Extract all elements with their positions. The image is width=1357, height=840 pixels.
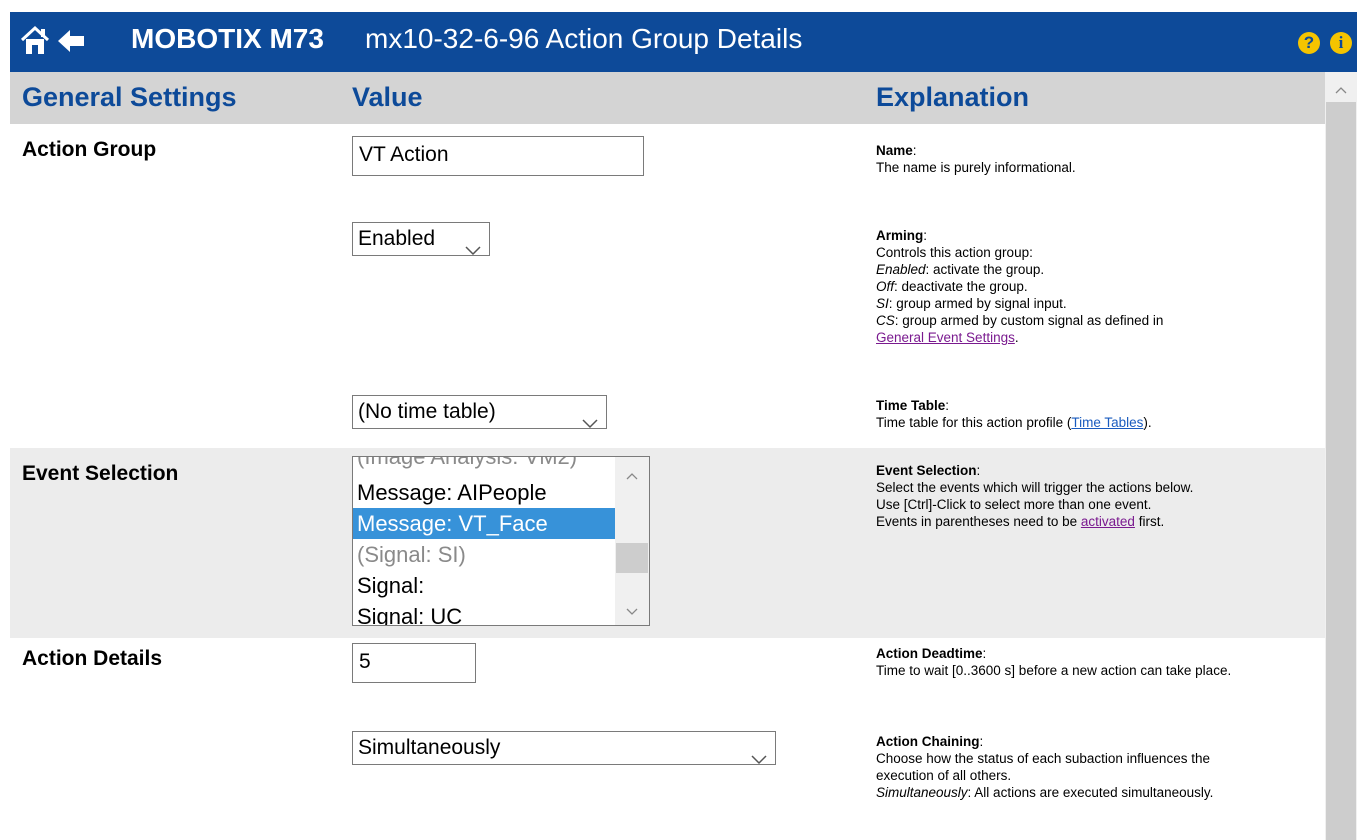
- chaining-text-sim: : All actions are executed simultaneousl…: [967, 785, 1214, 800]
- name-expl-title: Name: [876, 143, 913, 158]
- help-icon[interactable]: ?: [1298, 32, 1320, 54]
- general-event-settings-link[interactable]: General Event Settings: [876, 330, 1015, 345]
- name-explanation: Name: The name is purely informational.: [876, 143, 1076, 175]
- list-item[interactable]: (Signal: SI): [353, 539, 615, 570]
- info-icon[interactable]: i: [1330, 32, 1352, 54]
- name-input[interactable]: VT Action: [352, 136, 644, 176]
- deadtime-expl-title: Action Deadtime: [876, 646, 983, 661]
- list-item-selected[interactable]: Message: VT_Face: [353, 508, 615, 539]
- listbox-scroll-thumb[interactable]: [616, 543, 648, 573]
- event-expl-line2: Use [Ctrl]-Click to select more than one…: [876, 497, 1152, 512]
- deadtime-explanation: Action Deadtime: Time to wait [0..3600 s…: [876, 645, 1306, 679]
- arming-explanation: Arming: Controls this action group: Enab…: [876, 228, 1164, 345]
- chaining-expl-title: Action Chaining: [876, 734, 980, 749]
- timetable-select-value: (No time table): [358, 400, 496, 423]
- arming-expl-line1: Controls this action group:: [876, 245, 1033, 260]
- list-item[interactable]: Signal:: [353, 570, 615, 601]
- name-expl-text: The name is purely informational.: [876, 160, 1076, 175]
- list-item[interactable]: Signal: UC: [353, 601, 615, 625]
- timetable-expl-title: Time Table: [876, 398, 946, 413]
- chevron-down-icon[interactable]: [626, 603, 638, 621]
- page-title: mx10-32-6-96 Action Group Details: [365, 23, 803, 54]
- page-scrollbar[interactable]: [1325, 72, 1357, 840]
- event-listbox[interactable]: (Image Analysis: VM2) Message: AIPeople …: [352, 456, 650, 626]
- timetable-expl-end: ).: [1143, 415, 1152, 430]
- header-explanation: Explanation: [876, 82, 1030, 112]
- deadtime-input[interactable]: 5: [352, 643, 476, 683]
- arming-term-si: SI: [876, 296, 889, 311]
- timetable-select[interactable]: (No time table): [352, 395, 607, 429]
- event-expl-line3a: Events in parentheses need to be: [876, 514, 1081, 529]
- chevron-down-icon: [751, 743, 767, 775]
- table-header: General Settings Value Explanation: [10, 72, 1325, 124]
- arming-term-off: Off: [876, 279, 895, 294]
- chaining-expl-sim: Simultaneously: All actions are executed…: [876, 784, 1236, 801]
- header-general-settings: General Settings: [22, 82, 237, 112]
- arming-text-enabled: : activate the group.: [925, 262, 1045, 277]
- back-arrow-icon[interactable]: [56, 26, 86, 61]
- event-expl-title: Event Selection: [876, 463, 977, 478]
- chevron-up-icon[interactable]: [1335, 81, 1347, 99]
- section-label-event-selection: Event Selection: [22, 462, 179, 485]
- section-label-action-details: Action Details: [22, 647, 163, 670]
- event-expl-line1: Select the events which will trigger the…: [876, 480, 1194, 495]
- header-value: Value: [352, 82, 423, 112]
- arming-term-enabled: Enabled: [876, 262, 926, 277]
- arming-select[interactable]: Enabled: [352, 222, 490, 256]
- arming-expl-title: Arming: [876, 228, 924, 243]
- activated-link[interactable]: activated: [1081, 514, 1135, 529]
- brand-title: MOBOTIX M73: [131, 23, 324, 54]
- event-expl-line3b: first.: [1134, 514, 1165, 529]
- listbox-scrollbar[interactable]: [615, 457, 649, 625]
- chevron-down-icon: [465, 234, 481, 266]
- arming-select-value: Enabled: [358, 227, 436, 250]
- chaining-select[interactable]: Simultaneously: [352, 731, 776, 765]
- chevron-down-icon: [582, 407, 598, 439]
- list-item[interactable]: Message: AIPeople: [353, 477, 615, 508]
- event-selection-explanation: Event Selection: Select the events which…: [876, 462, 1306, 530]
- deadtime-expl-text: Time to wait [0..3600 s] before a new ac…: [876, 663, 1232, 678]
- section-label-action-group: Action Group: [22, 138, 157, 161]
- chaining-term-sim: Simultaneously: [876, 785, 968, 800]
- chevron-up-icon[interactable]: [626, 467, 638, 485]
- page-scroll-thumb[interactable]: [1326, 102, 1356, 840]
- list-item[interactable]: (Image Analysis: VM2): [353, 457, 615, 472]
- time-tables-link[interactable]: Time Tables: [1071, 415, 1143, 430]
- arming-text-cs: : group armed by custom signal as define…: [894, 313, 1164, 328]
- arming-term-cs: CS: [876, 313, 895, 328]
- chaining-explanation: Action Chaining: Choose how the status o…: [876, 733, 1306, 801]
- chaining-select-value: Simultaneously: [358, 736, 501, 759]
- timetable-expl-text: Time table for this action profile (: [876, 415, 1072, 430]
- title-bar: MOBOTIX M73 mx10-32-6-96 Action Group De…: [10, 12, 1357, 72]
- arming-text-off: : deactivate the group.: [894, 279, 1028, 294]
- home-icon[interactable]: [20, 25, 50, 62]
- chaining-expl-text: Choose how the status of each subaction …: [876, 751, 1210, 783]
- timetable-explanation: Time Table: Time table for this action p…: [876, 398, 1152, 430]
- arming-text-si: : group armed by signal input.: [888, 296, 1067, 311]
